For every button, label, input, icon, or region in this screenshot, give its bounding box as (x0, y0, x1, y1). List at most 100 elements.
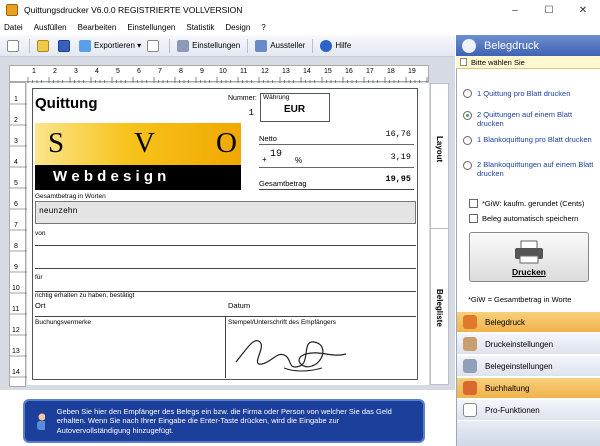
ruler-number: 10 (12, 285, 20, 292)
signature-image (235, 340, 347, 372)
ruler-number: 17 (366, 68, 374, 75)
issuer-button[interactable]: Aussteller (252, 37, 308, 55)
round-checkbox-label[interactable]: *GiW: kaufm. gerundet (Cents) (482, 199, 584, 208)
save-button[interactable] (55, 37, 76, 55)
ruler-number: 7 (158, 68, 162, 75)
ruler-number: 16 (345, 68, 353, 75)
menu-design[interactable]: Design (225, 23, 250, 32)
amount-words-value: neunzehn (39, 207, 78, 216)
ruler-number: 6 (14, 201, 18, 208)
from-label: von (35, 230, 46, 237)
print-button[interactable]: Drucken (469, 232, 589, 282)
nav-druckeinstellungen[interactable]: Druckeinstellungen (457, 333, 600, 354)
new-button[interactable] (4, 37, 25, 55)
ruler-number: 5 (116, 68, 120, 75)
nav-buchhaltung[interactable]: Buchhaltung (457, 377, 600, 398)
option-2-per-page-label[interactable]: 2 Quittungen auf einem Blatt drucken (477, 110, 595, 128)
ruler-number: 13 (282, 68, 290, 75)
nav-belegeinstellungen[interactable]: Belegeinstellungen (457, 355, 600, 376)
ruler-number: 13 (12, 348, 20, 355)
ruler-number: 2 (53, 68, 57, 75)
menu-help[interactable]: ? (261, 23, 265, 32)
copy-button[interactable] (144, 37, 165, 55)
settings-button[interactable]: Einstellungen (174, 37, 243, 55)
tab-layout[interactable]: Layout (435, 136, 444, 162)
option-1-blank-label[interactable]: 1 Blankoquittung pro Blatt drucken (477, 135, 595, 144)
menu-statistik[interactable]: Statistik (186, 23, 214, 32)
currency-value[interactable]: EUR (284, 104, 305, 115)
place-label: Ort (35, 301, 46, 310)
nav-label: Pro-Funktionen (485, 405, 540, 415)
option-1-per-page-label[interactable]: 1 Quittung pro Blatt drucken (477, 89, 595, 98)
nav-label: Buchhaltung (485, 383, 530, 393)
export-button[interactable]: Exportieren ▾ (76, 37, 144, 55)
maximize-button[interactable]: ☐ (532, 0, 566, 20)
tax-value[interactable]: 3,19 (357, 152, 411, 162)
folder-icon (37, 39, 49, 52)
ruler-number: 14 (12, 369, 20, 376)
tax-rate[interactable]: 19 (270, 149, 282, 160)
toolbar-separator (169, 38, 171, 53)
panel-header: Belegdruck (456, 35, 600, 56)
help-button[interactable]: Hilfe (317, 37, 354, 55)
nav-belegdruck[interactable]: Belegdruck (457, 311, 600, 332)
date-label: Datum (228, 301, 251, 310)
currency-label: Währung (263, 94, 290, 101)
ruler-number: 18 (387, 68, 395, 75)
help-label: Hilfe (335, 41, 352, 50)
printer-icon (515, 240, 543, 264)
option-1-per-page-radio[interactable] (463, 89, 472, 98)
ruler-number: 4 (95, 68, 99, 75)
option-2-blank-radio[interactable] (463, 161, 472, 170)
ruler-number: 1 (32, 68, 36, 75)
open-button[interactable] (34, 37, 55, 55)
total-label: Gesamtbetrag (259, 179, 307, 188)
receipt-settings-icon (463, 359, 477, 373)
menu-ausfuellen[interactable]: Ausfüllen (34, 23, 67, 32)
from-line-2[interactable] (35, 268, 416, 269)
ruler-number: 8 (14, 243, 18, 250)
window-title: Quittungsdrucker V6.0.0 REGISTRIERTE VOL… (24, 5, 243, 15)
menu-bar: Datei Ausfüllen Bearbeiten Einstellungen… (0, 20, 600, 34)
round-checkbox[interactable] (469, 199, 478, 208)
nav-pro-funktionen[interactable]: Pro-Funktionen (457, 399, 600, 420)
option-2-per-page-radio[interactable] (463, 111, 472, 120)
ruler-number: 11 (12, 306, 20, 313)
nav-label: Belegdruck (485, 317, 526, 327)
ruler-number: 6 (137, 68, 141, 75)
close-button[interactable]: ✕ (566, 0, 600, 20)
autosave-checkbox-label[interactable]: Beleg automatisch speichern (482, 214, 578, 223)
copy-icon (147, 39, 160, 52)
menu-einstellungen[interactable]: Einstellungen (127, 23, 175, 32)
total-value[interactable]: 19,95 (357, 174, 411, 184)
autosave-checkbox[interactable] (469, 214, 478, 223)
receipt-document: Quittung Nummer: 1 Währung EUR S V O W e… (27, 83, 429, 385)
number-value[interactable]: 1 (230, 108, 254, 118)
ruler-number: 3 (74, 68, 78, 75)
toolbar-separator (29, 38, 30, 53)
net-value[interactable]: 16,76 (357, 129, 411, 139)
menu-datei[interactable]: Datei (4, 23, 23, 32)
title-bar: Quittungsdrucker V6.0.0 REGISTRIERTE VOL… (0, 0, 600, 20)
minimize-button[interactable]: – (498, 0, 532, 20)
ruler-number: 14 (303, 68, 311, 75)
tab-belegliste[interactable]: Belegliste (435, 289, 444, 327)
option-1-blank-radio[interactable] (463, 136, 472, 145)
for-label: für (35, 274, 43, 281)
users-icon (37, 413, 45, 430)
from-line-1[interactable] (35, 245, 416, 246)
info-bar: Geben Sie hier den Empfänger des Belegs … (23, 399, 425, 443)
new-document-icon (7, 39, 19, 52)
menu-bearbeiten[interactable]: Bearbeiten (78, 23, 117, 32)
issuer-label: Aussteller (270, 41, 306, 50)
help-icon (320, 39, 333, 52)
ruler-number: 15 (324, 68, 332, 75)
option-2-blank-label[interactable]: 2 Blankoquittungen auf einem Blatt druck… (477, 160, 595, 178)
amount-words-field[interactable] (35, 201, 416, 224)
receipt-title: Quittung (35, 95, 98, 112)
ruler-number: 5 (14, 180, 18, 187)
note-icon (460, 58, 467, 66)
panel-subheader-text: Bitte wählen Sie (471, 57, 525, 67)
logo-letter-o: O (216, 127, 237, 159)
info-text: Geben Sie hier den Empfänger des Belegs … (56, 406, 392, 435)
